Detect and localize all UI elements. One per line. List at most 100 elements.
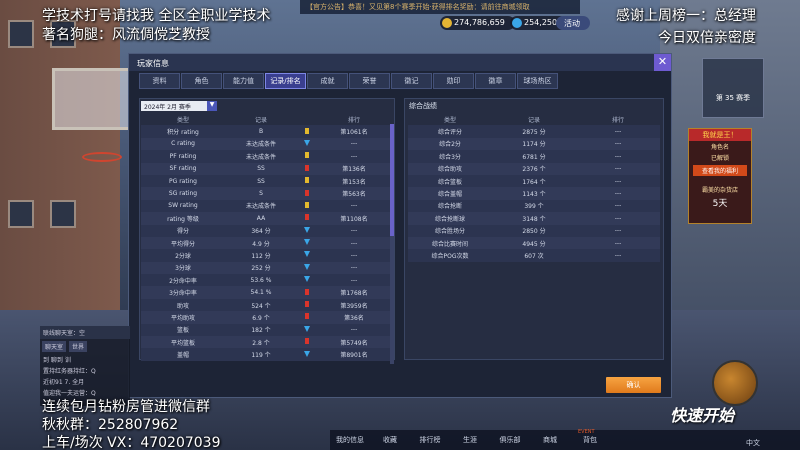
language-toggle[interactable]: 中文 <box>746 438 760 448</box>
table-cell: 盖帽 <box>176 352 189 360</box>
table-cell: 第563名 <box>342 191 366 199</box>
table-cell: SS <box>257 177 265 185</box>
nav-club[interactable]: 俱乐部 <box>490 430 530 450</box>
table-cell: 平均篮板 <box>170 339 195 347</box>
table-cell: 综合抢断球 <box>434 215 465 223</box>
nav-favorites[interactable]: 收藏 <box>370 430 410 450</box>
trend-indicator <box>297 313 317 321</box>
table-row: PF rating 未达成条件 --- <box>141 150 391 163</box>
table-cell: --- <box>350 326 358 334</box>
table-cell: SG rating <box>168 190 198 198</box>
promo-panel[interactable]: 我就是王！ 角色名 已解锁 查看我的福利 霸美的杂货店 5天 <box>688 128 752 224</box>
gold-coin-icon <box>442 18 452 28</box>
chat-line: 到 聊到 训 <box>43 357 71 364</box>
table-row: 综合比赛时间 4945 分 --- <box>408 236 660 250</box>
close-icon[interactable]: ✕ <box>654 54 671 71</box>
arrow-down-icon <box>304 350 310 357</box>
table-cell: 第1108名 <box>340 215 368 223</box>
table-cell: 助攻 <box>176 302 189 310</box>
nav-my-info[interactable]: 我的信息 <box>330 430 370 450</box>
overlay-text-top-left-1: 学技术打号请找我 全区全职业学技术 <box>42 8 271 24</box>
promo-button[interactable]: 查看我的福利 <box>693 165 747 176</box>
table-cell: rating 等级 <box>167 215 199 223</box>
tab-achievement[interactable]: 成就 <box>307 73 348 89</box>
table-cell: SS <box>257 165 265 173</box>
arrow-down-icon <box>304 251 310 258</box>
table-scrollbar[interactable] <box>390 124 394 364</box>
table-cell: --- <box>350 239 358 247</box>
arrow-down-icon <box>304 276 310 283</box>
chat-tab-room[interactable]: 聊天室 <box>42 341 67 352</box>
promo-line: 霸美的杂货店 <box>701 187 738 194</box>
scrollbar-thumb[interactable] <box>390 124 394 236</box>
nav-bag[interactable]: 背包 EVENT <box>570 429 610 450</box>
confirm-button[interactable]: 确认 <box>606 377 661 393</box>
fast-start-button[interactable]: 快速开始 <box>670 360 760 430</box>
table-cell: 平均助攻 <box>170 314 195 322</box>
arrow-up-icon <box>305 214 309 221</box>
season-card[interactable]: 第 35 赛季 <box>702 58 764 118</box>
trend-indicator <box>297 325 317 334</box>
overall-stats-title: 综合战绩 <box>409 102 437 110</box>
table-cell: 524 个 <box>251 302 271 310</box>
promo-line: 角色名 <box>710 144 729 151</box>
nav-leaderboard[interactable]: 排行榜 <box>410 430 450 450</box>
table-cell: 综合比赛时间 <box>431 240 468 248</box>
table-row: 积分 rating B 第1061名 <box>141 125 391 138</box>
tab-record-rank[interactable]: 记录/排名 <box>265 73 306 89</box>
table-cell: 积分 rating <box>167 129 199 137</box>
tab-ability[interactable]: 能力值 <box>223 73 264 89</box>
trend-indicator <box>297 226 317 235</box>
table-cell: --- <box>614 128 622 136</box>
table-cell: --- <box>350 264 358 272</box>
nav-career[interactable]: 生涯 <box>450 430 490 450</box>
table-cell: 第153名 <box>342 178 366 186</box>
dialog-title: 玩家信息 <box>129 54 671 71</box>
trend-indicator <box>297 139 317 148</box>
arrow-down-icon <box>304 263 310 270</box>
table-row: 助攻 524 个 第3959名 <box>141 298 391 312</box>
chat-line: 置持红务器持红：Q <box>43 368 96 375</box>
table-cell: PF rating <box>169 152 197 160</box>
table-cell: --- <box>614 214 622 222</box>
table-cell: 2875 分 <box>522 129 546 137</box>
season-dropdown[interactable]: 2024年 2月 赛季 ▼ <box>141 101 217 111</box>
table-cell: 未达成条件 <box>245 141 276 149</box>
table-row: C rating 未达成条件 --- <box>141 137 391 151</box>
table-cell: 第1061名 <box>340 129 368 137</box>
nav-shop[interactable]: 商城 <box>530 430 570 450</box>
trend-indicator <box>297 276 317 284</box>
table-cell: 182 个 <box>251 327 271 335</box>
table-cell: --- <box>350 276 358 284</box>
activity-button[interactable]: 活动 <box>556 16 590 30</box>
chat-tab-world[interactable]: 世界 <box>69 341 88 352</box>
basketball-icon <box>712 360 758 406</box>
arrow-up-icon <box>305 313 309 320</box>
tab-honor[interactable]: 荣誉 <box>349 73 390 89</box>
chat-tabs: 聊天室 世界 <box>40 339 130 354</box>
tab-badge[interactable]: 徽章 <box>475 73 516 89</box>
arrow-up-icon <box>305 338 309 345</box>
tab-emblem[interactable]: 徽记 <box>391 73 432 89</box>
table-header: 类型 记录 排行 <box>443 116 624 124</box>
table-cell: 399 个 <box>524 203 544 211</box>
table-row: 平均得分 4.9 分 --- <box>141 236 391 250</box>
trend-indicator <box>297 189 317 198</box>
tab-profile[interactable]: 资料 <box>139 73 180 89</box>
chat-line: 近初91 7. 全月 <box>43 379 85 386</box>
table-row: 综合3分 6781 分 --- <box>408 150 660 163</box>
trend-indicator <box>297 214 317 222</box>
table-row: 平均助攻 6.9 个 第36名 <box>141 311 391 324</box>
table-cell: 3148 个 <box>522 215 546 223</box>
tab-medal[interactable]: 勋印 <box>433 73 474 89</box>
tab-role[interactable]: 角色 <box>181 73 222 89</box>
table-row: 综合胜场分 2850 分 --- <box>408 224 660 237</box>
table-cell: 第3959名 <box>340 302 368 310</box>
table-cell: AA <box>256 214 266 222</box>
tab-court-hotzone[interactable]: 球场热区 <box>517 73 558 89</box>
overlay-text-top-right-1: 感谢上周榜一：总经理 <box>616 8 756 24</box>
table-cell: --- <box>614 227 622 235</box>
bottom-nav: 我的信息 收藏 排行榜 生涯 俱乐部 商城 背包 EVENT <box>330 429 800 450</box>
table-cell: --- <box>614 165 622 173</box>
table-row: SW rating 未达成条件 --- <box>141 199 391 213</box>
